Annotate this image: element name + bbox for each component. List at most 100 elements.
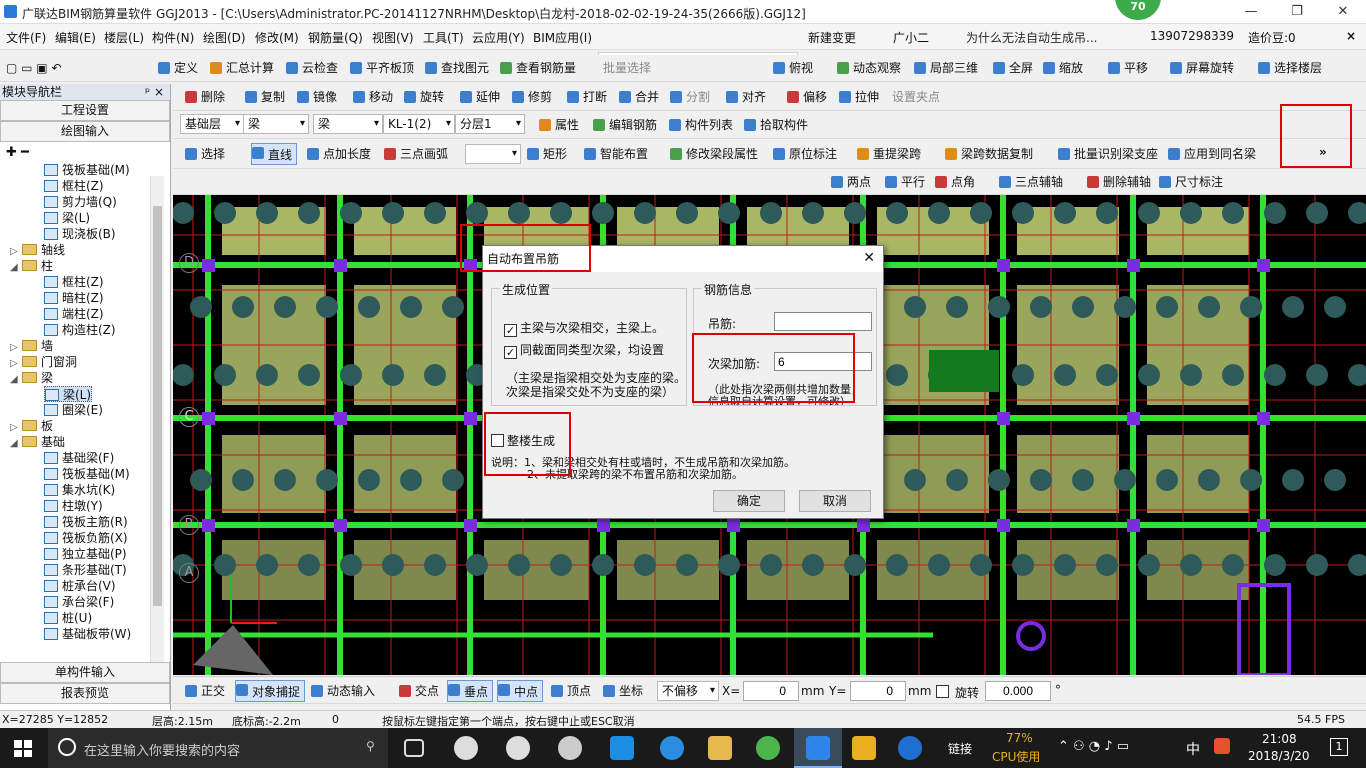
tree-item[interactable]: ▷ 墙 xyxy=(10,338,53,354)
toolbar-align-slab[interactable]: 平齐板顶 xyxy=(350,59,414,77)
toolbar-summarize[interactable]: 汇总计算 xyxy=(210,59,274,77)
toolbar-extend[interactable]: 延伸 xyxy=(460,88,500,106)
toolbar-orbit[interactable]: 动态观察 xyxy=(837,59,901,77)
toolbar-batch-select[interactable]: 批量选择 xyxy=(603,59,651,77)
checkbox-same-section[interactable]: ✓ xyxy=(504,346,517,359)
cancel-button[interactable]: 取消 xyxy=(799,490,871,512)
toolbar-dimension[interactable]: 尺寸标注 xyxy=(1159,173,1223,191)
toolbar-three-point-axis[interactable]: 三点辅轴 xyxy=(999,173,1063,191)
member-select[interactable]: KL-1(2) xyxy=(383,114,455,134)
menu-new-change[interactable]: 新建变更 xyxy=(808,29,856,46)
tree-item[interactable]: 框柱(Z) xyxy=(44,178,104,194)
maximize-button[interactable]: ❐ xyxy=(1274,0,1320,24)
toolbar-delete[interactable]: 删除 xyxy=(185,88,225,106)
tree-toggle-icon[interactable]: ◢ xyxy=(10,372,20,388)
microphone-icon[interactable]: ⚲ xyxy=(366,739,375,753)
tree-item[interactable]: ◢ 柱 xyxy=(10,258,53,274)
tree-item[interactable]: 条形基础(T) xyxy=(44,562,127,578)
taskbar-link[interactable]: 链接 xyxy=(948,740,972,757)
toolbar-fullscreen[interactable]: 全屏 xyxy=(993,59,1033,77)
toolbar-edit-rebar[interactable]: 编辑钢筋 xyxy=(593,116,657,134)
dialog-close-icon[interactable]: ✕ xyxy=(863,250,875,266)
toolbar-set-grip[interactable]: 设置夹点 xyxy=(892,88,940,106)
tree-item[interactable]: ◢ 梁 xyxy=(10,370,53,386)
glodon-g-icon[interactable] xyxy=(898,736,922,760)
minimize-button[interactable]: — xyxy=(1228,0,1274,24)
toolbar-rotate-screen[interactable]: 屏幕旋转 xyxy=(1170,59,1234,77)
fan-app-icon[interactable] xyxy=(454,736,478,760)
menu-member[interactable]: 构件(N) xyxy=(152,29,194,46)
toolbar-batch-identify-support[interactable]: 批量识别梁支座 xyxy=(1058,145,1158,163)
checkbox-main-beam[interactable]: ✓ xyxy=(504,324,517,337)
tree-item[interactable]: 柱墩(Y) xyxy=(44,498,103,514)
x-input[interactable] xyxy=(743,681,799,701)
tree-item[interactable]: 暗柱(Z) xyxy=(44,290,104,306)
menu-close-icon[interactable]: × xyxy=(1346,29,1356,43)
tree-item[interactable]: 筏板负筋(X) xyxy=(44,530,128,546)
rotate-checkbox[interactable] xyxy=(936,685,949,698)
toolbar-line[interactable]: 直线 xyxy=(251,143,298,165)
snap-intersection[interactable]: 交点 xyxy=(399,682,439,700)
report-preview-button[interactable]: 报表预览 xyxy=(0,683,170,704)
tree-scrollbar[interactable] xyxy=(150,176,164,686)
snap-object[interactable]: 对象捕捉 xyxy=(235,680,306,702)
tree-item[interactable]: 基础梁(F) xyxy=(44,450,114,466)
menu-edit[interactable]: 编辑(E) xyxy=(55,29,96,46)
tree-item[interactable]: 构造柱(Z) xyxy=(44,322,116,338)
tree-item[interactable]: 端柱(Z) xyxy=(44,306,104,322)
rotate-input[interactable] xyxy=(985,681,1051,701)
menu-tools[interactable]: 工具(T) xyxy=(423,29,464,46)
toolbar-rectangle[interactable]: 矩形 xyxy=(527,145,567,163)
menu-bim[interactable]: BIM应用(I) xyxy=(533,29,592,46)
toolbar-point-length[interactable]: 点加长度 xyxy=(307,145,371,163)
snap-vertex[interactable]: 顶点 xyxy=(551,682,591,700)
option-same-section[interactable]: ✓ 同截面同类型次梁，均设置 xyxy=(504,341,664,359)
toolbar-pick-member[interactable]: 拾取构件 xyxy=(744,116,808,134)
tree-item[interactable]: ▷ 轴线 xyxy=(10,242,65,258)
toolbar-zoom[interactable]: 缩放 xyxy=(1043,59,1083,77)
tree-item[interactable]: 桩承台(V) xyxy=(44,578,116,594)
toolbar-delete-axis[interactable]: 删除辅轴 xyxy=(1087,173,1151,191)
clock-date[interactable]: 2018/3/20 xyxy=(1248,749,1310,763)
arc-option-select[interactable] xyxy=(465,144,521,164)
tree-item[interactable]: 基础板带(W) xyxy=(44,626,131,642)
snap-dynamic-input[interactable]: 动态输入 xyxy=(311,682,375,700)
chrome-like-icon[interactable] xyxy=(558,736,582,760)
toolbar-find[interactable]: 查找图元 xyxy=(425,59,489,77)
offset-select[interactable]: 不偏移 xyxy=(657,681,719,701)
tree-item[interactable]: ▷ 门窗洞 xyxy=(10,354,77,370)
snap-coordinate[interactable]: 坐标 xyxy=(603,682,643,700)
toolbar-copy-span-data[interactable]: 梁跨数据复制 xyxy=(945,145,1033,163)
notification-badge[interactable]: 70 xyxy=(1115,0,1161,20)
sogou-icon[interactable] xyxy=(1214,738,1230,754)
snap-midpoint[interactable]: 中点 xyxy=(497,680,544,702)
toolbar-mirror[interactable]: 镜像 xyxy=(297,88,337,106)
action-center-icon[interactable]: 1 xyxy=(1330,738,1348,756)
toolbar-select[interactable]: 选择 xyxy=(185,145,225,163)
tree-item[interactable]: 梁(L) xyxy=(44,210,90,226)
assistant-link[interactable]: 广小二 xyxy=(893,29,929,46)
new-file-icon[interactable]: ▢ ▭ ▣ ↶ xyxy=(6,59,62,77)
menu-rebar[interactable]: 钢筋量(Q) xyxy=(308,29,363,46)
cost-beans[interactable]: 造价豆:0 xyxy=(1248,29,1296,46)
menu-draw[interactable]: 绘图(D) xyxy=(203,29,246,46)
menu-floor[interactable]: 楼层(L) xyxy=(104,29,144,46)
toolbar-three-point-arc[interactable]: 三点画弧 xyxy=(384,145,448,163)
question-link[interactable]: 为什么无法自动生成吊... xyxy=(966,29,1097,46)
toolbar-move[interactable]: 移动 xyxy=(353,88,393,106)
toolbar-copy[interactable]: 复制 xyxy=(245,88,285,106)
menu-file[interactable]: 文件(F) xyxy=(6,29,46,46)
tree-item[interactable]: 承台梁(F) xyxy=(44,594,114,610)
tree-item[interactable]: 桩(U) xyxy=(44,610,92,626)
toolbar-in-place-annotation[interactable]: 原位标注 xyxy=(773,145,837,163)
subtype-select[interactable]: 梁 xyxy=(313,114,383,134)
toolbar-point-angle[interactable]: 点角 xyxy=(935,173,975,191)
toolbar-properties[interactable]: 属性 xyxy=(539,116,579,134)
layer-select[interactable]: 分层1 xyxy=(455,114,525,134)
hanger-input[interactable] xyxy=(774,312,872,331)
toolbar-break[interactable]: 打断 xyxy=(567,88,607,106)
ok-button[interactable]: 确定 xyxy=(713,490,785,512)
tree-item[interactable]: 筏板基础(M) xyxy=(44,162,130,178)
taskbar-search-box[interactable]: 在这里输入你要搜索的内容 ⚲ xyxy=(48,728,388,768)
browser-360-icon[interactable] xyxy=(756,736,780,760)
